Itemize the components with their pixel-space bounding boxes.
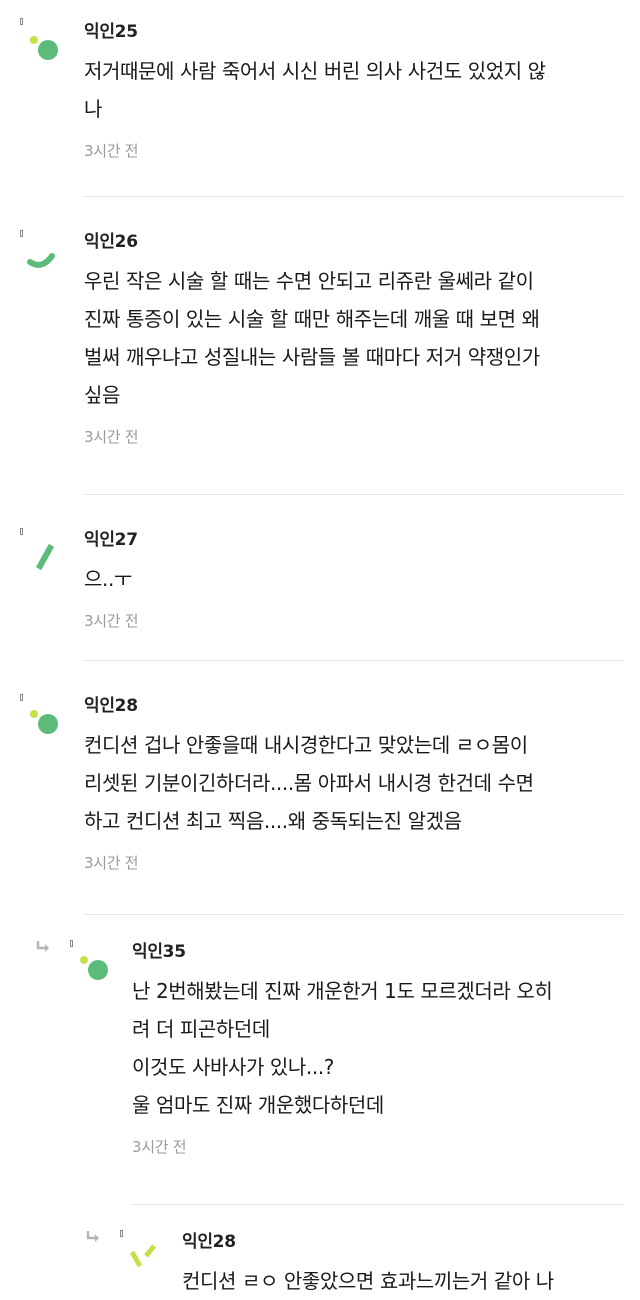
comment-text-line: 이것도 사바사가 있나...? (132, 1055, 335, 1079)
avatar[interactable] (120, 1230, 164, 1274)
divider (84, 494, 624, 495)
divider (84, 660, 624, 661)
comment-text-line: 리셋된 기분이긴하더라....몸 아파서 내시경 한건데 수면 (84, 771, 534, 795)
comment-text: 으..ㅜ (84, 560, 138, 598)
comment-text-line: 으..ㅜ (84, 567, 132, 591)
reply-arrow-icon (36, 941, 49, 952)
comment-text-line: 진짜 통증이 있는 시술 할 때만 해주는데 깨울 때 보면 왜 (84, 307, 540, 331)
comment-author[interactable]: 익인27 (84, 528, 138, 552)
comment-text-line: 저거때문에 사람 죽어서 시신 버린 의사 사건도 있었지 않 (84, 59, 546, 83)
comment-text-line: 울 엄마도 진짜 개운했다하던데 (132, 1093, 384, 1117)
comment-text-line: 컨디션 겁나 안좋을때 내시경한다고 맞았는데 ㄹㅇ몸이 (84, 733, 528, 757)
avatar[interactable] (20, 230, 64, 274)
comment-text-line: 하고 컨디션 최고 찍음....왜 중독되는진 알겠음 (84, 809, 462, 833)
comment-time: 3시간 전 (84, 142, 139, 160)
comment-text: 컨디션 겁나 안좋을때 내시경한다고 맞았는데 ㄹㅇ몸이 리셋된 기분이긴하더라… (84, 726, 534, 840)
comment-text: 저거때문에 사람 죽어서 시신 버린 의사 사건도 있었지 않 나 (84, 52, 546, 128)
avatar-arc-icon (27, 253, 55, 268)
divider (84, 196, 624, 197)
avatar[interactable] (20, 18, 64, 62)
avatar-slash-icon (35, 543, 55, 571)
comment-text: 우린 작은 시술 할 때는 수면 안되고 리쥬란 울쎄라 같이 진짜 통증이 있… (84, 262, 540, 414)
comment-author[interactable]: 익인35 (132, 940, 552, 964)
comment-text-line: 나 (84, 97, 102, 121)
comment-author[interactable]: 익인26 (84, 230, 540, 254)
comment-time: 3시간 전 (84, 612, 139, 630)
avatar[interactable] (20, 694, 64, 738)
comment-author[interactable]: 익인25 (84, 20, 546, 44)
avatar-dots-icon (30, 710, 58, 734)
avatar-dots-icon (80, 956, 108, 980)
comment-author[interactable]: 익인28 (84, 694, 534, 718)
comment-time: 3시간 전 (84, 428, 139, 446)
comment-text-line: 려 더 피곤하던데 (132, 1017, 270, 1041)
avatar-dashes-icon (129, 1244, 156, 1268)
comment-text-line: 벌써 깨우냐고 성질내는 사람들 볼 때마다 저거 약쟁인가 (84, 345, 540, 369)
comment-text: 컨디션 ㄹㅇ 안좋았으면 효과느끼는거 같아 나 (182, 1262, 554, 1300)
comment-text-line: 싶음 (84, 383, 120, 407)
comment-time: 3시간 전 (84, 854, 139, 872)
comment-time: 3시간 전 (132, 1138, 187, 1156)
comment-text-line: 우린 작은 시술 할 때는 수면 안되고 리쥬란 울쎄라 같이 (84, 269, 534, 293)
avatar-dots-icon (30, 36, 58, 60)
avatar[interactable] (20, 528, 64, 572)
comment-text-line: 난 2번해봤는데 진짜 개운한거 1도 모르겠더라 오히 (132, 979, 553, 1003)
comment-text: 난 2번해봤는데 진짜 개운한거 1도 모르겠더라 오히 려 더 피곤하던데 이… (132, 972, 553, 1124)
divider (132, 1204, 624, 1205)
comment-author[interactable]: 익인28 (182, 1230, 554, 1254)
divider (84, 914, 624, 915)
reply-arrow-icon (86, 1231, 99, 1242)
comment-text-line: 컨디션 ㄹㅇ 안좋았으면 효과느끼는거 같아 나 (182, 1269, 554, 1293)
avatar[interactable] (70, 940, 114, 984)
